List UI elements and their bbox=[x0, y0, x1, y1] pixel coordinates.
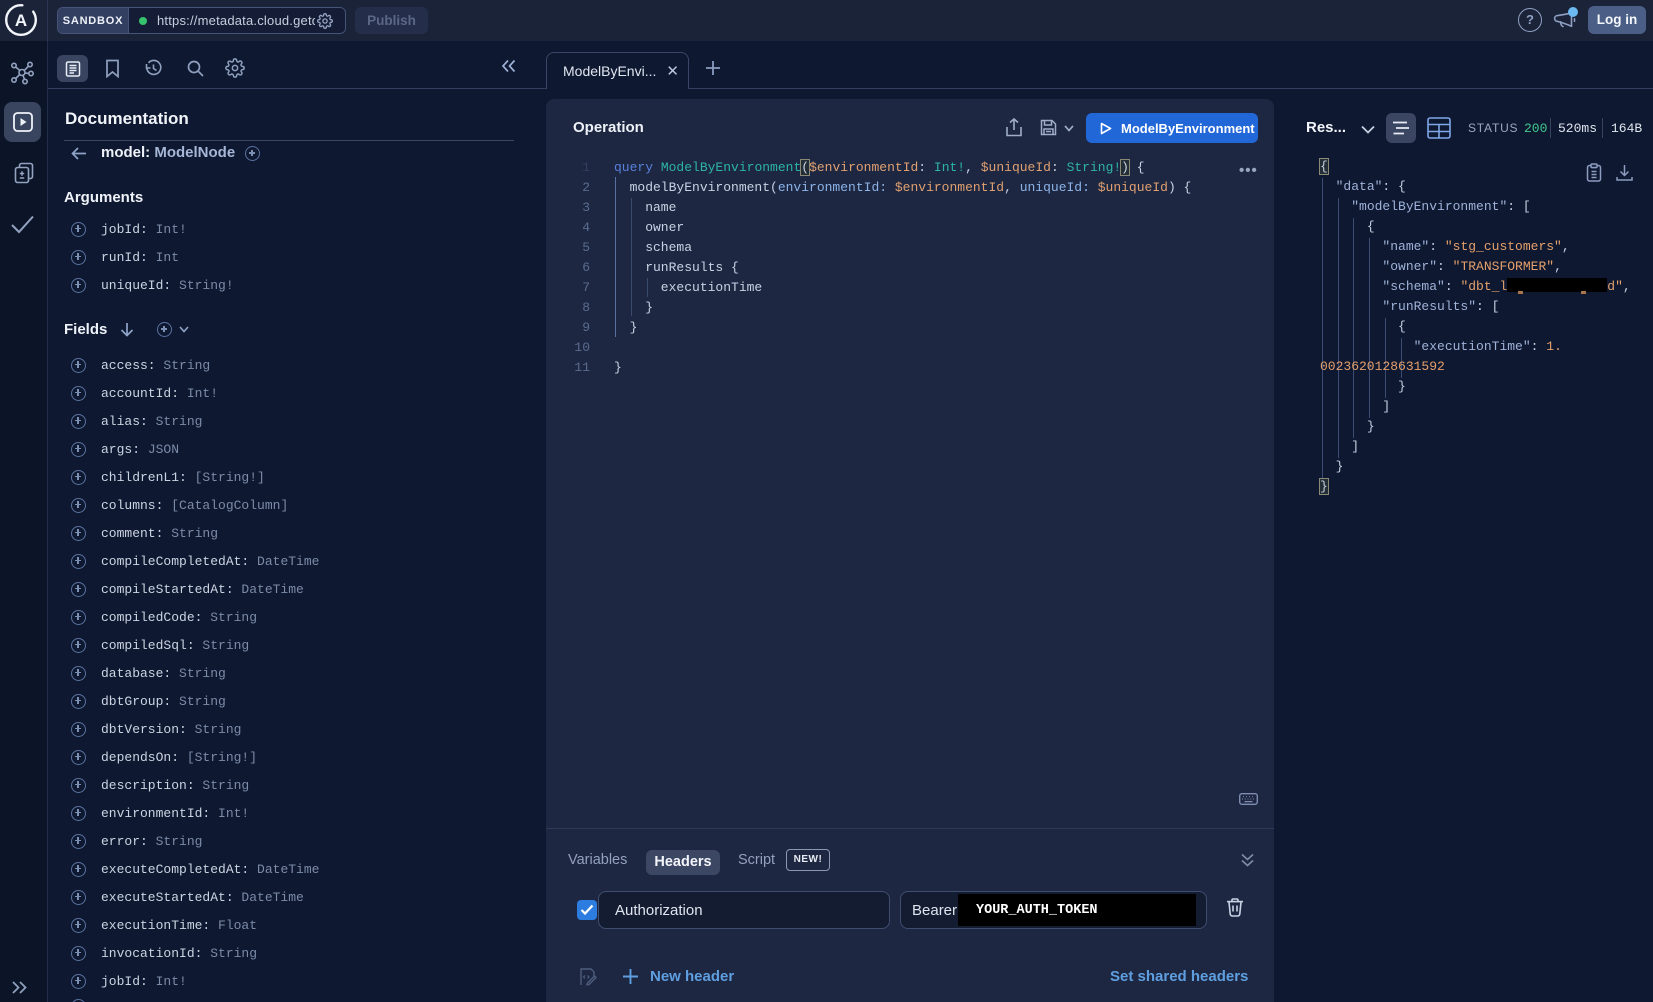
svg-text:A: A bbox=[15, 11, 27, 30]
